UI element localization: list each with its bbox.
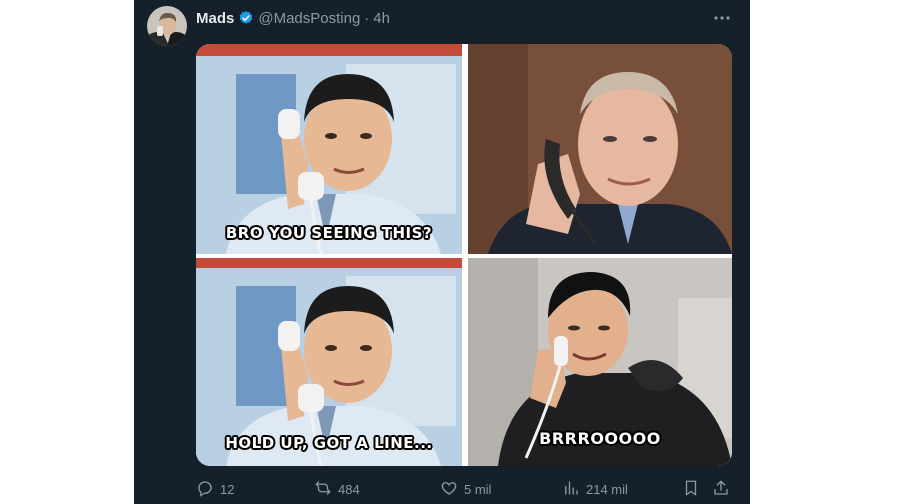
bookmark-icon (682, 479, 700, 500)
reply-count: 12 (220, 481, 235, 497)
more-horizontal-icon[interactable] (712, 10, 732, 26)
repost-icon (314, 479, 332, 500)
repost-button[interactable]: 484 (314, 478, 360, 500)
heart-icon (440, 479, 458, 500)
tweet-header: Mads @MadsPosting · 4h (196, 8, 390, 28)
author-name[interactable]: Mads (196, 10, 234, 27)
views-chart-icon (562, 479, 580, 500)
bookmark-button[interactable] (682, 478, 700, 500)
panel-3-caption: HOLD UP, GOT A LINE... (225, 434, 433, 452)
repost-count: 484 (338, 481, 360, 497)
media-panel-1[interactable]: BRO YOU SEEING THIS? (196, 44, 462, 254)
author-handle[interactable]: @MadsPosting (258, 10, 360, 27)
panel-1-caption: BRO YOU SEEING THIS? (225, 224, 433, 242)
tweet-actions-bar: 12 484 5 mil 214 mil (196, 478, 736, 500)
verified-badge-icon (238, 10, 254, 26)
screenshot-canvas: Mads @MadsPosting · 4h BRO YOU SEEING TH… (0, 0, 900, 504)
man-on-phone-image (468, 44, 732, 254)
media-panel-4[interactable]: BRRROOOOO (468, 258, 732, 466)
share-icon (712, 479, 730, 500)
reply-button[interactable]: 12 (196, 478, 234, 500)
avatar-photo (147, 6, 187, 46)
author-avatar[interactable] (147, 6, 187, 46)
share-button[interactable] (712, 478, 730, 500)
panel-4-caption: BRRROOOOO (539, 429, 661, 448)
tweet-timestamp[interactable]: 4h (373, 10, 390, 27)
reply-icon (196, 479, 214, 500)
media-panel-3[interactable]: HOLD UP, GOT A LINE... (196, 258, 462, 466)
separator-dot: · (364, 9, 370, 27)
tweet-card[interactable]: Mads @MadsPosting · 4h BRO YOU SEEING TH… (134, 0, 750, 504)
like-count: 5 mil (464, 481, 492, 497)
man-on-phone-image (196, 44, 462, 254)
like-button[interactable]: 5 mil (440, 478, 491, 500)
views-count: 214 mil (586, 481, 628, 497)
tweet-media-grid[interactable]: BRO YOU SEEING THIS? HOLD UP, GOT A LINE… (196, 44, 732, 466)
views-button[interactable]: 214 mil (562, 478, 628, 500)
media-panel-2[interactable] (468, 44, 732, 254)
